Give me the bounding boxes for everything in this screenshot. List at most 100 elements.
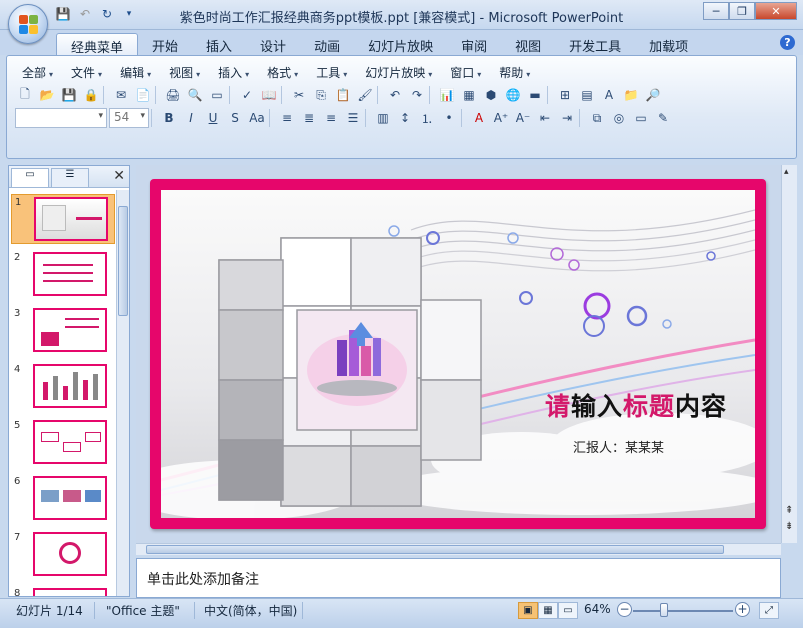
slide-subtitle[interactable]: 汇报人：某某某 [573, 437, 664, 456]
grow-font-icon[interactable]: A⁺ [491, 108, 511, 128]
menu-view[interactable]: 视图 ▾ [160, 62, 209, 83]
zoom-slider-knob[interactable] [660, 603, 668, 617]
new-slide-icon[interactable]: ⊞ [555, 85, 575, 105]
shadow-icon[interactable]: S [225, 108, 245, 128]
shape-outline-icon[interactable]: ✎ [653, 108, 673, 128]
menu-insert[interactable]: 插入 ▾ [209, 62, 258, 83]
next-slide-icon[interactable]: ⇟ [785, 521, 793, 532]
color-scheme-icon[interactable]: ▬ [525, 85, 545, 105]
columns-icon[interactable]: ▥ [373, 108, 393, 128]
tab-insert[interactable]: 插入 [192, 33, 246, 55]
textbox-icon[interactable]: A [599, 85, 619, 105]
tab-slides[interactable]: ▭ [11, 168, 49, 187]
slide-vertical-scrollbar[interactable]: ▴ ⇞ ⇟ [781, 165, 797, 543]
menu-file[interactable]: 文件 ▾ [62, 62, 111, 83]
align-center-icon[interactable]: ≣ [299, 108, 319, 128]
tab-animations[interactable]: 动画 [300, 33, 354, 55]
slide-sorter-button[interactable]: ▦ [538, 602, 558, 619]
insert-picture-icon[interactable]: 📁 [621, 85, 641, 105]
print-preview-icon[interactable]: 🔍 [185, 85, 205, 105]
tab-home[interactable]: 开始 [138, 33, 192, 55]
open-icon[interactable]: 📂 [37, 85, 57, 105]
scrollbar-thumb[interactable] [118, 206, 128, 316]
close-button[interactable]: ✕ [755, 2, 797, 20]
underline-icon[interactable]: U [203, 108, 223, 128]
language-indicator[interactable]: 中文(简体，中国) [204, 602, 297, 619]
slide-thumbnail[interactable]: 7 [11, 530, 115, 580]
office-button[interactable] [8, 4, 48, 44]
shrink-font-icon[interactable]: A⁻ [513, 108, 533, 128]
zoom-slider[interactable] [633, 610, 733, 612]
format-painter-icon[interactable]: 🖌 [355, 85, 375, 105]
line-spacing-icon[interactable]: ↕ [395, 108, 415, 128]
shape-fill-icon[interactable]: ▭ [631, 108, 651, 128]
align-left-icon[interactable]: ≡ [277, 108, 297, 128]
align-right-icon[interactable]: ≡ [321, 108, 341, 128]
undo-icon[interactable]: ↶ [385, 85, 405, 105]
slide-thumbnail[interactable]: 8 [11, 586, 115, 596]
tab-outline[interactable]: ☰ [51, 168, 89, 187]
tab-slideshow[interactable]: 幻灯片放映 [354, 33, 447, 55]
decrease-indent-icon[interactable]: ⇤ [535, 108, 555, 128]
slide-thumbnail[interactable]: 4 [11, 362, 115, 412]
zoom-level[interactable]: 64% [584, 602, 611, 616]
spelling-icon[interactable]: ✓ [237, 85, 257, 105]
menu-tools[interactable]: 工具 ▾ [307, 62, 356, 83]
numbering-icon[interactable]: ⒈ [417, 108, 437, 128]
scroll-up-icon[interactable]: ▴ [784, 167, 789, 177]
publish-icon[interactable]: 📄 [133, 85, 153, 105]
thumbnails-scrollbar[interactable] [116, 190, 129, 596]
zoom-in-icon[interactable]: + [735, 602, 750, 617]
help-icon[interactable]: ? [780, 35, 795, 50]
cut-icon[interactable]: ✂ [289, 85, 309, 105]
bullets-icon[interactable]: • [439, 108, 459, 128]
chart-icon[interactable]: 📊 [437, 85, 457, 105]
zoom-icon[interactable]: 🔎 [643, 85, 663, 105]
print-icon[interactable]: 🖨 [163, 85, 183, 105]
font-color-icon[interactable]: A [469, 108, 489, 128]
tab-classic-menu[interactable]: 经典菜单 [56, 33, 139, 56]
prev-slide-icon[interactable]: ⇞ [785, 505, 793, 516]
slide-thumbnail[interactable]: 6 [11, 474, 115, 524]
tab-view[interactable]: 视图 [501, 33, 555, 55]
hyperlink-icon[interactable]: 🌐 [503, 85, 523, 105]
menu-help[interactable]: 帮助 ▾ [490, 62, 539, 83]
close-pane-icon[interactable]: ✕ [113, 168, 125, 184]
notes-pane[interactable]: 单击此处添加备注 [136, 558, 781, 598]
research-icon[interactable]: 📖 [259, 85, 279, 105]
tab-addins[interactable]: 加载项 [635, 33, 702, 55]
maximize-button[interactable]: ❐ [729, 2, 755, 20]
menu-window[interactable]: 窗口 ▾ [441, 62, 490, 83]
layout-icon[interactable]: ▤ [577, 85, 597, 105]
arrange-icon[interactable]: ⧉ [587, 108, 607, 128]
font-size-combo[interactable]: 54 [109, 108, 149, 128]
tab-design[interactable]: 设计 [246, 33, 300, 55]
fit-to-window-icon[interactable]: ⤢ [759, 602, 779, 619]
save-icon[interactable]: 💾 [59, 85, 79, 105]
menu-format[interactable]: 格式 ▾ [258, 62, 307, 83]
permission-icon[interactable]: 🔒 [81, 85, 101, 105]
bold-icon[interactable]: B [159, 108, 179, 128]
menu-all[interactable]: 全部 ▾ [13, 62, 62, 83]
normal-view-button[interactable]: ▣ [518, 602, 538, 619]
menu-edit[interactable]: 编辑 ▾ [111, 62, 160, 83]
paste-icon[interactable]: 📋 [333, 85, 353, 105]
zoom-out-icon[interactable]: − [617, 602, 632, 617]
slide-thumbnail[interactable]: 5 [11, 418, 115, 468]
slide-icon[interactable]: ▭ [207, 85, 227, 105]
slide-title[interactable]: 请输入标题内容 [545, 387, 727, 423]
tab-review[interactable]: 审阅 [447, 33, 501, 55]
slide-thumbnail[interactable]: 3 [11, 306, 115, 356]
justify-icon[interactable]: ☰ [343, 108, 363, 128]
drawing-icon[interactable]: ⬢ [481, 85, 501, 105]
shapes-icon[interactable]: ◎ [609, 108, 629, 128]
slide-thumbnail[interactable]: 1 [11, 194, 115, 244]
current-slide[interactable]: 请输入标题内容 汇报人：某某某 [150, 179, 766, 529]
menu-slideshow[interactable]: 幻灯片放映 ▾ [356, 62, 441, 83]
slideshow-button[interactable]: ▭ [558, 602, 578, 619]
slide-thumbnail[interactable]: 2 [11, 250, 115, 300]
copy-icon[interactable]: ⎘ [311, 85, 331, 105]
tab-developer[interactable]: 开发工具 [555, 33, 635, 55]
increase-indent-icon[interactable]: ⇥ [557, 108, 577, 128]
change-case-icon[interactable]: Aa [247, 108, 267, 128]
